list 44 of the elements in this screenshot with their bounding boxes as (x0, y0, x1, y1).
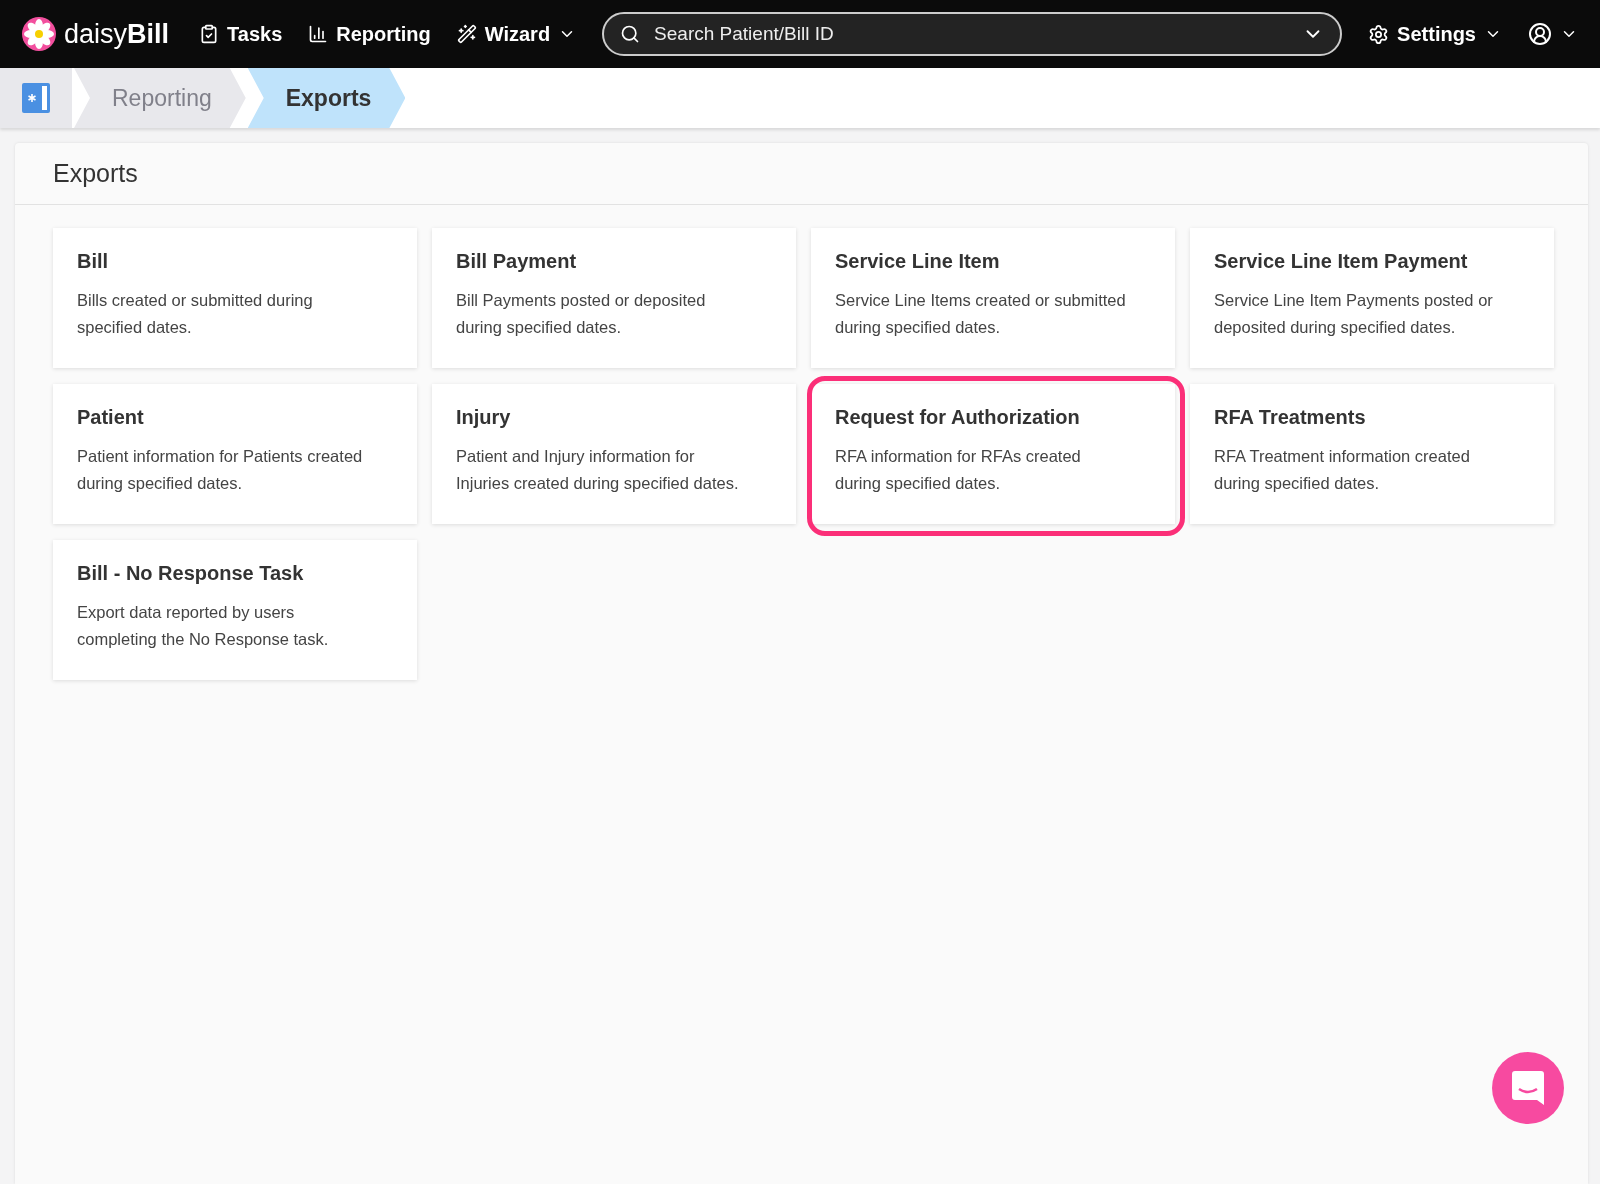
home-icon[interactable] (22, 83, 50, 113)
export-card[interactable]: Bill Payment Bill Payments posted or deposited during specified dates. (432, 228, 796, 368)
export-card[interactable]: Service Line Item Payment Service Line Item Payments posted or deposited during specified dates. (1190, 228, 1554, 368)
card-description: Bill Payments posted or deposited during specified dates. (456, 290, 707, 338)
nav-link[interactable]: Reporting (308, 22, 431, 46)
nav-link[interactable]: Wizard (456, 22, 577, 46)
settings-menu[interactable]: Settings (1368, 22, 1502, 46)
card-title: Service Line Item (835, 250, 1001, 273)
card-description: Service Line Items created or submitted during specified dates. (835, 290, 1127, 338)
card-description: Bills created or submitted during specified dates. (77, 290, 314, 338)
magic-wand-icon (456, 24, 477, 44)
user-icon (1528, 22, 1552, 46)
breadcrumb[interactable]: Exports (247, 68, 406, 128)
export-card[interactable]: Bill Bills created or submitted during specified dates. (53, 228, 417, 368)
card-title: Bill Payment (456, 250, 578, 273)
clipboard-icon (199, 24, 220, 44)
card-title: Bill (77, 250, 110, 273)
nav-link[interactable]: Tasks (199, 22, 283, 46)
card-description: RFA information for RFAs created during specified dates. (835, 446, 1082, 494)
export-card[interactable]: Bill - No Response Task Export data reported by users completing the No Response task. (53, 540, 417, 680)
export-card[interactable]: Injury Patient and Injury information for Injuries created during specified dates. (432, 384, 796, 524)
card-title: Patient (77, 406, 145, 429)
settings-icon (1368, 23, 1390, 45)
export-card[interactable]: Service Line Item Service Line Items created or submitted during specified dates. (811, 228, 1175, 368)
card-title: Injury (456, 406, 512, 429)
card-description: Patient information for Patients created during specified dates. (77, 446, 364, 494)
card-title: RFA Treatments (1214, 406, 1367, 429)
search-field[interactable]: Search Patient/Bill ID (602, 12, 1343, 56)
card-title: Request for Authorization (835, 406, 1081, 429)
bar-chart-icon (308, 24, 329, 44)
brand-name[interactable]: daisyBill (64, 18, 170, 50)
panel-title: Exports (52, 158, 139, 189)
flower-logo-icon (22, 17, 56, 51)
card-description: Patient and Injury information for Injuries created during specified dates. (456, 446, 740, 494)
card-title: Service Line Item Payment (1214, 250, 1469, 273)
card-description: RFA Treatment information created during specified dates. (1214, 446, 1471, 494)
export-card[interactable]: Request for Authorization RFA information for RFAs created during specified dates. (811, 384, 1175, 524)
export-card[interactable]: RFA Treatments RFA Treatment information created during specified dates. (1190, 384, 1554, 524)
chat-bubble-icon (1512, 1071, 1544, 1105)
card-title: Bill - No Response Task (77, 562, 305, 585)
card-description: Export data reported by users completing the No Response task. (77, 602, 330, 650)
card-description: Service Line Item Payments posted or deposited during specified dates. (1214, 290, 1494, 338)
export-card[interactable]: Patient Patient information for Patients created during specified dates. (53, 384, 417, 524)
search-icon (620, 24, 641, 44)
